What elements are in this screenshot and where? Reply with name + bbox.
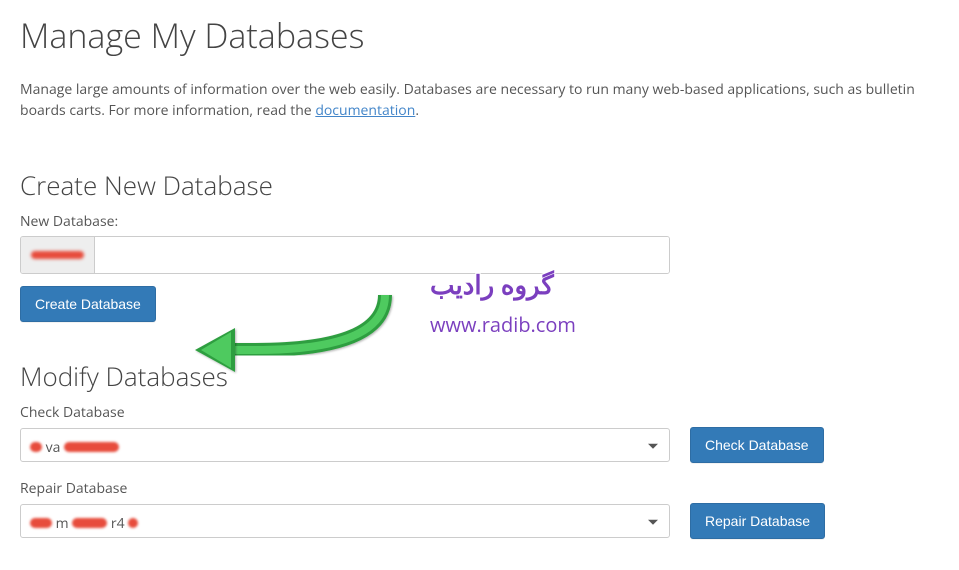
description-text-end: . xyxy=(415,101,419,120)
repair-database-button[interactable]: Repair Database xyxy=(690,503,825,539)
page-title: Manage My Databases xyxy=(20,10,939,61)
repair-database-select[interactable] xyxy=(20,504,670,538)
new-database-label: New Database: xyxy=(20,211,939,232)
check-database-label: Check Database xyxy=(20,402,939,423)
create-database-button[interactable]: Create Database xyxy=(20,286,156,322)
database-prefix: xxxxxxx_ xyxy=(21,237,95,273)
check-database-select[interactable] xyxy=(20,428,670,462)
modify-databases-heading: Modify Databases xyxy=(20,357,939,396)
create-database-heading: Create New Database xyxy=(20,166,939,205)
repair-database-label: Repair Database xyxy=(20,478,939,499)
check-database-button[interactable]: Check Database xyxy=(690,427,824,463)
new-database-input[interactable] xyxy=(95,237,669,273)
new-database-input-group: xxxxxxx_ xyxy=(20,236,670,274)
page-description: Manage large amounts of information over… xyxy=(20,79,939,121)
description-text: Manage large amounts of information over… xyxy=(20,80,915,120)
documentation-link[interactable]: documentation xyxy=(315,101,415,120)
